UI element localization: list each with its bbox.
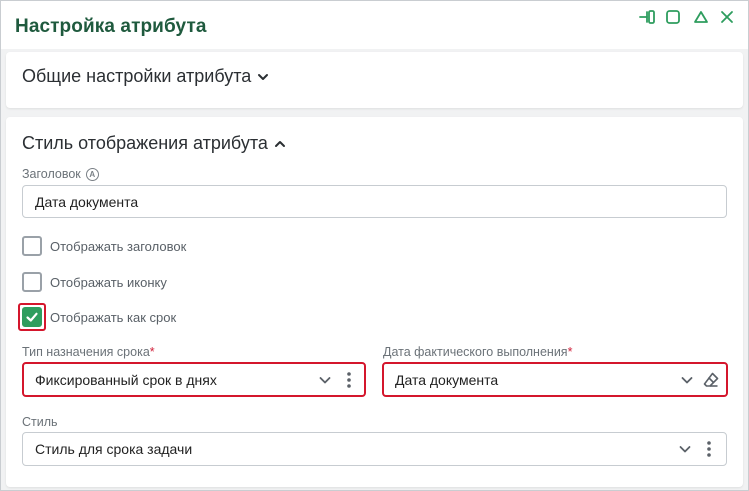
actual-date-label: Дата фактического выполнения*	[383, 345, 572, 359]
term-type-label-text: Тип назначения срока	[22, 345, 150, 359]
show-as-term-checkbox-row[interactable]: Отображать как срок	[18, 303, 177, 331]
show-icon-checkbox[interactable]	[22, 272, 42, 292]
general-settings-section: Общие настройки атрибута	[6, 52, 743, 108]
show-header-label: Отображать заголовок	[50, 238, 187, 254]
header-input[interactable]: Дата документа	[22, 185, 727, 218]
header-input-value: Дата документа	[35, 193, 139, 210]
style-label: Стиль	[22, 415, 58, 429]
term-type-label: Тип назначения срока*	[22, 345, 155, 359]
display-style-section: Стиль отображения атрибута Заголовок A Да…	[6, 117, 743, 487]
actual-date-label-text: Дата фактического выполнения	[383, 345, 568, 359]
chevron-down-icon[interactable]	[674, 438, 696, 460]
chevron-down-icon[interactable]	[676, 369, 698, 391]
display-style-toggle[interactable]: Стиль отображения атрибута	[22, 133, 286, 154]
show-as-term-checkbox[interactable]	[22, 307, 42, 327]
window-title: Настройка атрибута	[15, 16, 207, 37]
header-field-label-text: Заголовок	[22, 167, 81, 181]
term-type-value: Фиксированный срок в днях	[35, 371, 217, 388]
show-as-term-label: Отображать как срок	[50, 309, 177, 325]
chevron-down-icon	[258, 73, 269, 80]
chevron-up-icon	[274, 140, 285, 147]
header-field-label: Заголовок A	[22, 167, 99, 181]
more-vertical-icon[interactable]	[698, 438, 720, 460]
actual-date-value: Дата документа	[395, 371, 499, 388]
show-icon-label: Отображать иконку	[50, 274, 167, 290]
collapse-icon[interactable]	[691, 7, 711, 27]
auto-translate-icon[interactable]: A	[85, 168, 99, 181]
display-style-title: Стиль отображения атрибута	[22, 133, 268, 153]
general-settings-title: Общие настройки атрибута	[22, 66, 252, 86]
show-header-checkbox[interactable]	[22, 236, 42, 256]
show-as-term-highlight	[18, 303, 46, 331]
pin-icon[interactable]	[637, 7, 657, 27]
term-type-required-mark: *	[149, 345, 155, 359]
style-select[interactable]: Стиль для срока задачи	[22, 432, 727, 466]
close-icon[interactable]	[717, 7, 737, 27]
actual-date-required-mark: *	[567, 345, 573, 359]
window-titlebar: Настройка атрибута	[1, 1, 748, 49]
check-icon	[26, 312, 38, 322]
style-value: Стиль для срока задачи	[35, 441, 193, 457]
eraser-icon[interactable]	[700, 369, 722, 391]
more-vertical-icon[interactable]	[338, 369, 360, 391]
chevron-down-icon[interactable]	[314, 369, 336, 391]
show-icon-checkbox-row[interactable]: Отображать иконку	[22, 271, 167, 293]
term-type-select[interactable]: Фиксированный срок в днях	[22, 362, 366, 397]
maximize-icon[interactable]	[663, 7, 683, 27]
actual-date-select[interactable]: Дата документа	[382, 362, 728, 397]
attribute-settings-window: Настройка атрибута Общие настройки атриб…	[0, 0, 749, 491]
show-header-checkbox-row[interactable]: Отображать заголовок	[22, 235, 186, 257]
general-settings-toggle[interactable]: Общие настройки атрибута	[22, 66, 269, 87]
